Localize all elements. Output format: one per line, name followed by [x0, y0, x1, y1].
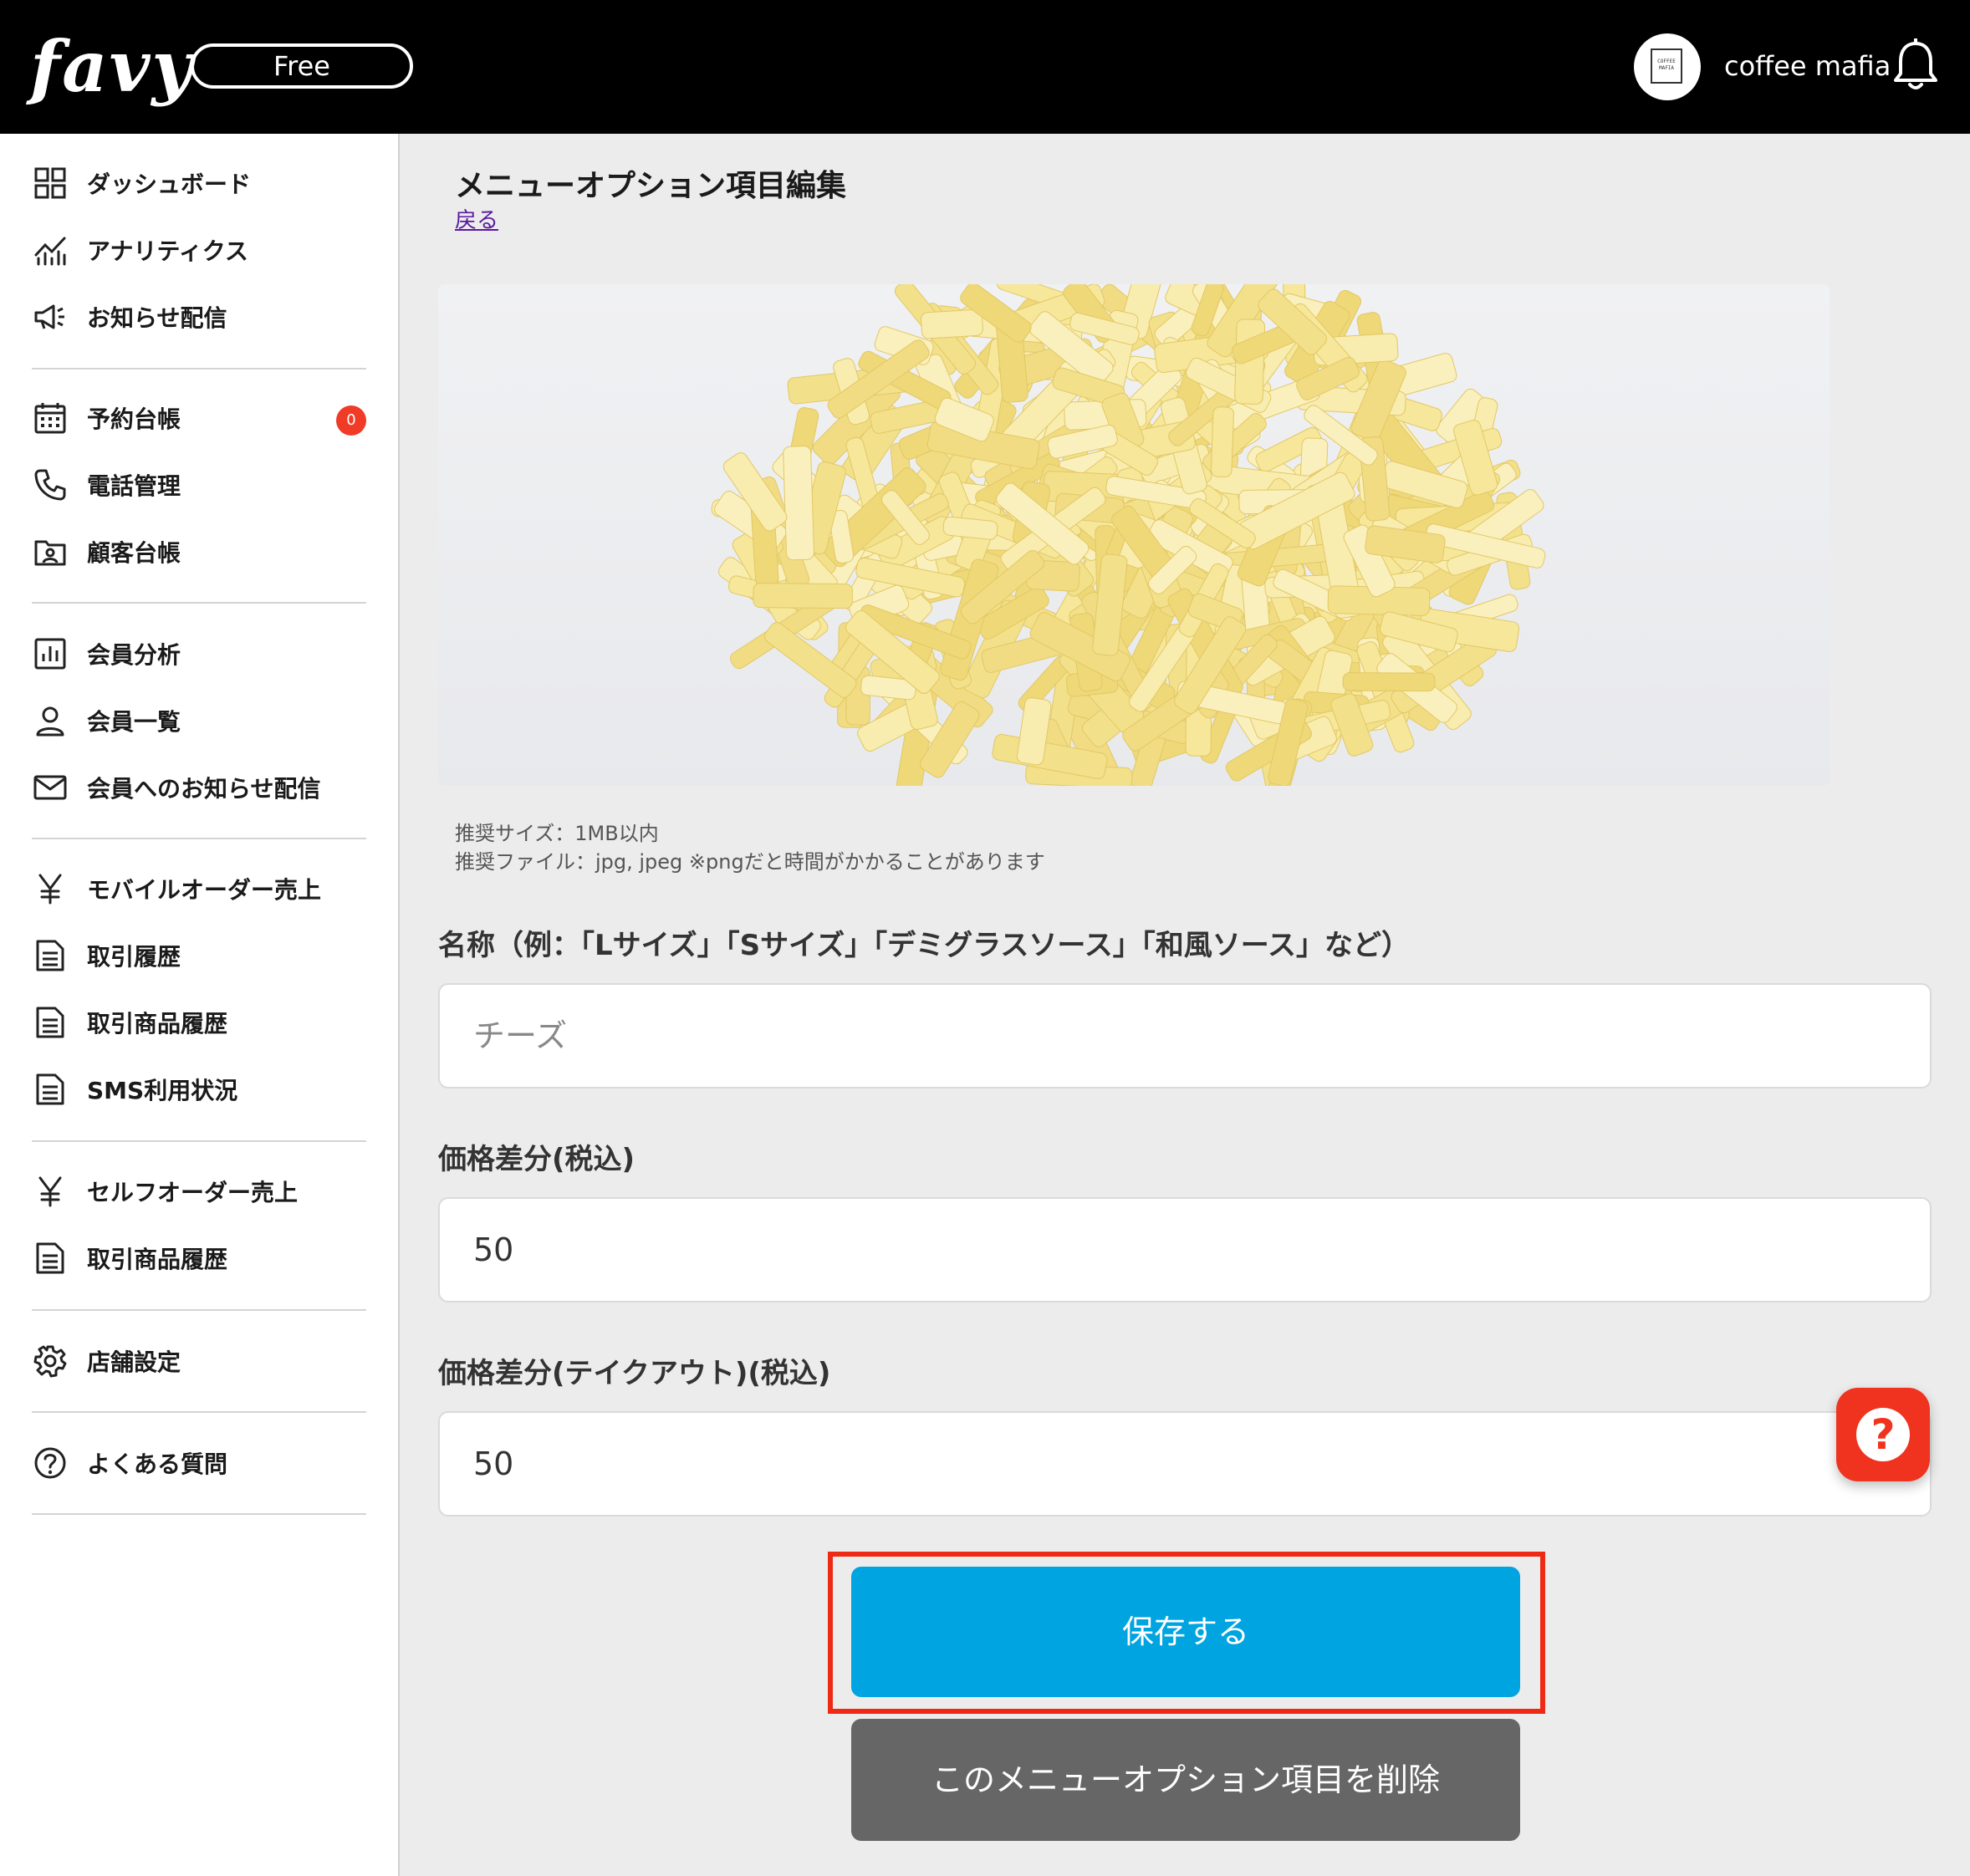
sidebar-divider — [32, 1309, 366, 1311]
sidebar-item-label: セルフオーダー売上 — [87, 1179, 299, 1206]
sidebar-item-label: 会員一覧 — [87, 708, 181, 736]
gear-icon — [32, 1343, 69, 1379]
sidebar-item-member-analysis[interactable]: 会員分析 — [32, 629, 366, 679]
bar-chart-icon — [32, 635, 69, 672]
price-field-label: 価格差分(税込) — [438, 1143, 635, 1176]
help-question-icon: ? — [1856, 1408, 1910, 1461]
document-icon — [32, 1071, 69, 1108]
sidebar-item-product-history[interactable]: 取引商品履歴 — [32, 997, 366, 1048]
name-field-label: 名称（例：「Lサイズ」「Sサイズ」「デミグラスソース」「和風ソース」など） — [438, 929, 1411, 962]
name-input[interactable]: チーズ — [438, 983, 1932, 1088]
sidebar-item-label: 店舗設定 — [87, 1348, 181, 1376]
sidebar-item-label: 電話管理 — [87, 472, 181, 500]
yen-icon — [32, 1173, 69, 1210]
plan-badge[interactable]: Free — [191, 43, 413, 89]
cheese-photo — [711, 284, 1546, 786]
cheese-shred — [1342, 672, 1436, 692]
image-file-hint: 推奨ファイル：jpg, jpeg ※pngだと時間がかかることがあります — [455, 850, 1045, 874]
sidebar-item-dashboard[interactable]: ダッシュボード — [32, 158, 366, 208]
cheese-shred — [920, 308, 983, 339]
sidebar-item-customers[interactable]: 顧客台帳 — [32, 527, 366, 577]
sidebar-item-label: 会員分析 — [87, 641, 181, 669]
phone-icon — [32, 466, 69, 503]
shop-avatar[interactable]: COFFEE MAFIA — [1634, 33, 1701, 100]
sidebar-item-faq[interactable]: よくある質問 — [32, 1438, 366, 1488]
sidebar-item-sms-usage[interactable]: SMS利用状況 — [32, 1064, 366, 1114]
sidebar-item-member-list[interactable]: 会員一覧 — [32, 696, 366, 746]
sidebar-item-label: 取引商品履歴 — [87, 1246, 228, 1273]
sidebar-divider — [32, 1411, 366, 1413]
price-input[interactable]: 50 — [438, 1197, 1932, 1302]
page-title: メニューオプション項目編集 — [455, 169, 847, 203]
top-header: favy Free COFFEE MAFIA coffee mafia — [0, 0, 1970, 134]
calendar-icon — [32, 400, 69, 436]
sidebar-item-label: 顧客台帳 — [87, 539, 181, 567]
help-chat-button[interactable]: ? — [1836, 1388, 1930, 1481]
takeout-price-field-label: 価格差分(テイクアウト)(税込) — [438, 1357, 831, 1390]
save-button[interactable]: 保存する — [851, 1567, 1520, 1697]
sidebar-divider — [32, 1140, 366, 1142]
document-icon — [32, 937, 69, 974]
sidebar-item-analytics[interactable]: アナリティクス — [32, 225, 366, 275]
sidebar-item-self-order-product-history[interactable]: 取引商品履歴 — [32, 1233, 366, 1283]
cheese-shred — [783, 446, 814, 561]
analytics-icon — [32, 232, 69, 268]
delete-option-button[interactable]: このメニューオプション項目を削除 — [851, 1719, 1520, 1841]
sidebar-item-label: よくある質問 — [87, 1450, 228, 1478]
document-icon — [32, 1004, 69, 1041]
sidebar-item-label: 会員へのお知らせ配信 — [87, 775, 321, 803]
shop-name[interactable]: coffee mafia — [1724, 47, 1891, 85]
avatar-logo-text: COFFEE MAFIA — [1651, 48, 1682, 84]
sidebar-item-label: ダッシュボード — [87, 171, 252, 198]
sidebar-divider — [32, 368, 366, 370]
image-size-hint: 推奨サイズ：1MB以内 — [455, 822, 659, 845]
user-icon — [32, 702, 69, 739]
reservation-count-badge: 0 — [336, 405, 366, 436]
sidebar-item-announcements[interactable]: お知らせ配信 — [32, 292, 366, 342]
sidebar-divider — [32, 1513, 366, 1515]
cheese-shred — [753, 583, 853, 609]
sidebar-item-label: SMS利用状況 — [87, 1077, 238, 1104]
notification-bell-icon[interactable] — [1891, 38, 1940, 94]
sidebar-item-store-settings[interactable]: 店舗設定 — [32, 1336, 366, 1386]
question-icon — [32, 1445, 69, 1481]
sidebar-item-member-announcements[interactable]: 会員へのお知らせ配信 — [32, 762, 366, 813]
sidebar-item-self-order-sales[interactable]: セルフオーダー売上 — [32, 1166, 366, 1216]
megaphone-icon — [32, 298, 69, 335]
sidebar-item-transaction-history[interactable]: 取引履歴 — [32, 930, 366, 981]
favy-logo[interactable]: favy — [30, 25, 194, 109]
sidebar-item-label: 予約台帳 — [87, 405, 181, 433]
sidebar-item-reservations[interactable]: 予約台帳 — [32, 393, 366, 443]
option-image-upload[interactable] — [438, 284, 1830, 786]
contact-folder-icon — [32, 533, 69, 570]
back-link[interactable]: 戻る — [455, 206, 498, 236]
grid-icon — [32, 165, 69, 201]
cheese-shred — [1210, 406, 1234, 477]
sidebar-divider — [32, 838, 366, 839]
sidebar-item-phone[interactable]: 電話管理 — [32, 460, 366, 510]
sidebar-divider — [32, 602, 366, 604]
sidebar-item-label: モバイルオーダー売上 — [87, 876, 322, 904]
sidebar-item-label: アナリティクス — [87, 237, 248, 265]
document-icon — [32, 1240, 69, 1277]
takeout-price-input[interactable]: 50 — [438, 1411, 1932, 1517]
sidebar-item-mobile-order-sales[interactable]: モバイルオーダー売上 — [32, 864, 366, 914]
sidebar-item-label: 取引商品履歴 — [87, 1010, 228, 1037]
sidebar-item-label: お知らせ配信 — [87, 304, 227, 332]
yen-icon — [32, 870, 69, 907]
sidebar-item-label: 取引履歴 — [87, 943, 181, 971]
mail-icon — [32, 769, 69, 806]
